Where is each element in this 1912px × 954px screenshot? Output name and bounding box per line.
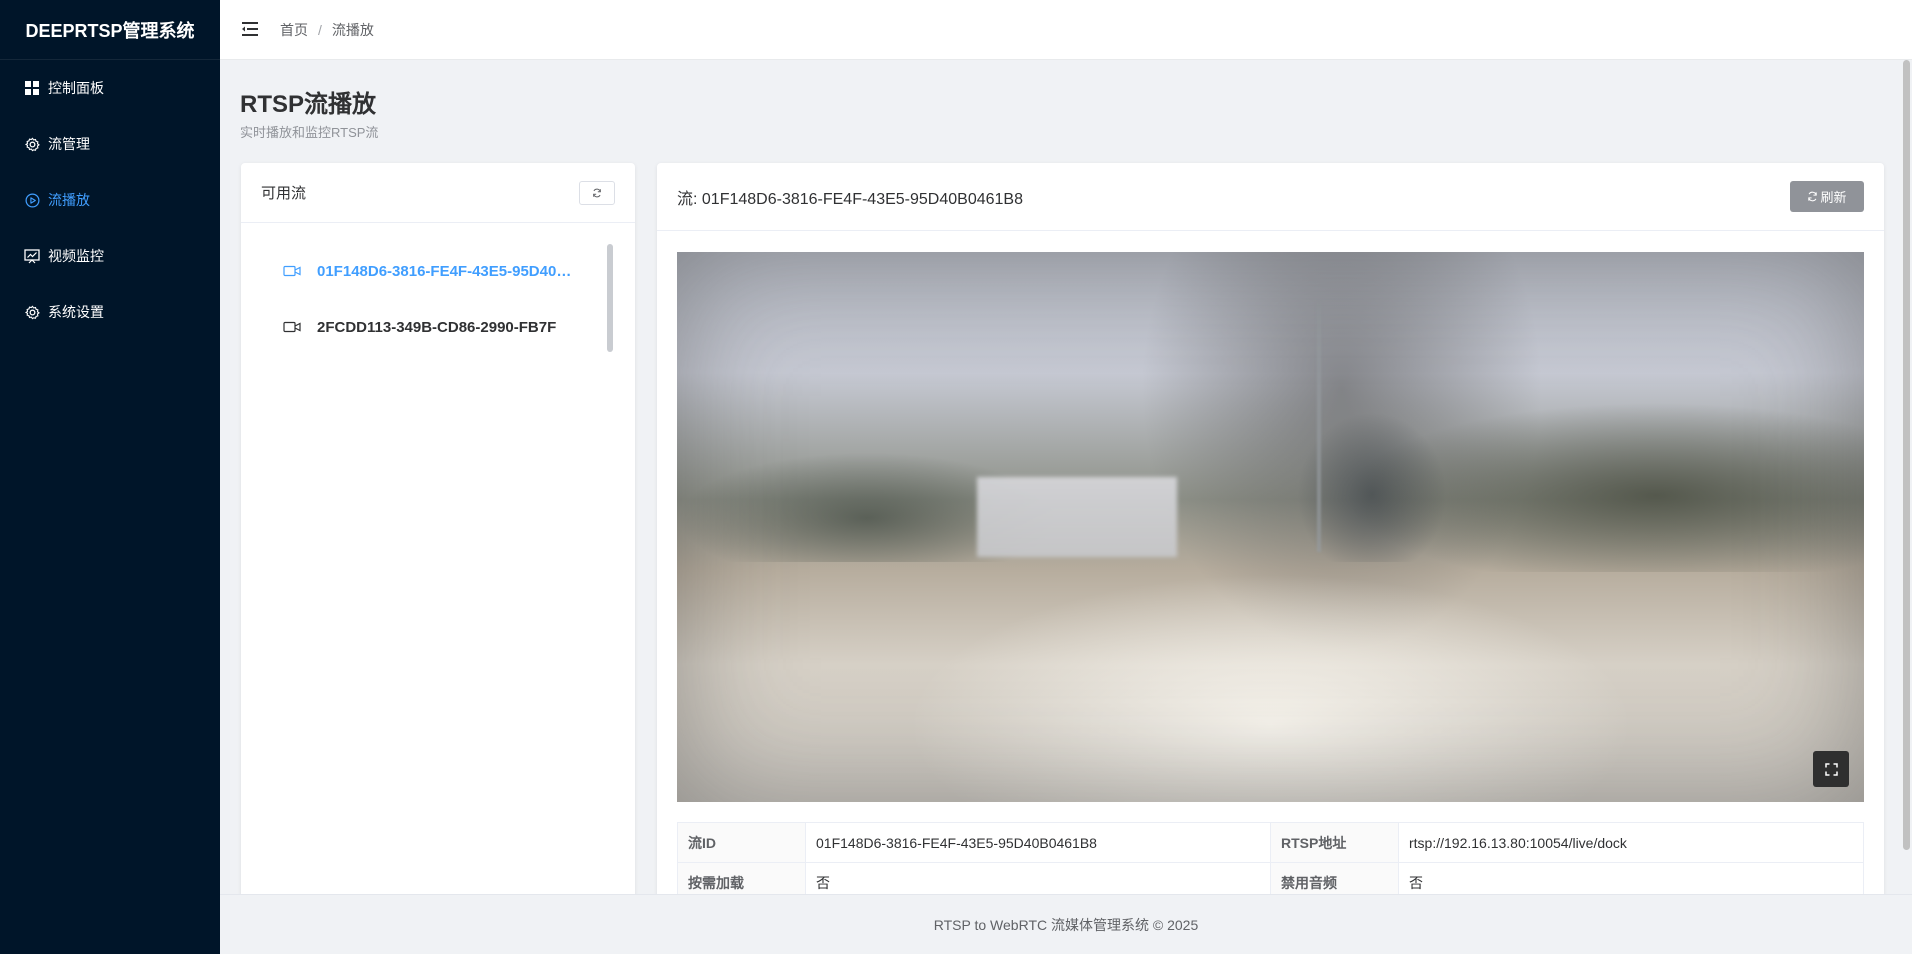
stream-list: 01F148D6-3816-FE4F-43E5-95D40B0461B8 2FC… xyxy=(241,243,635,355)
player-panel: 流: 01F148D6-3816-FE4F-43E5-95D40B0461B8 … xyxy=(657,163,1884,898)
video-player[interactable] xyxy=(677,252,1864,802)
stream-list-refresh-button[interactable] xyxy=(579,180,615,205)
stream-id-label: 2FCDD113-349B-CD86-2990-FB7F xyxy=(317,318,557,336)
refresh-button[interactable]: 刷新 xyxy=(1790,181,1864,212)
sidebar-item-label: 系统设置 xyxy=(48,304,104,320)
info-value: 01F148D6-3816-FE4F-43E5-95D40B0461B8 xyxy=(805,822,1271,863)
video-camera-icon xyxy=(283,320,301,334)
page-footer: RTSP to WebRTC 流媒体管理系统 © 2025 xyxy=(220,894,1912,954)
sidebar-item-system-settings[interactable]: 系统设置 xyxy=(0,284,220,340)
info-key: 按需加载 xyxy=(677,862,806,898)
breadcrumb-home[interactable]: 首页 xyxy=(280,20,308,40)
sidebar-item-video-monitor[interactable]: 视频监控 xyxy=(0,228,220,284)
stream-list-scrollbar[interactable] xyxy=(607,244,613,352)
info-value: 否 xyxy=(1398,862,1864,898)
sidebar-item-label: 视频监控 xyxy=(48,248,104,264)
gear-icon xyxy=(24,304,40,320)
stream-list-title: 可用流 xyxy=(261,185,307,202)
page-subtitle: 实时播放和监控RTSP流 xyxy=(240,125,379,140)
dashboard-icon xyxy=(24,80,40,96)
refresh-button-label: 刷新 xyxy=(1820,190,1847,205)
sidebar-item-stream-play[interactable]: 流播放 xyxy=(0,172,220,228)
top-header: 首页 / 流播放 xyxy=(220,0,1912,60)
info-value: rtsp://192.16.13.80:10054/live/dock xyxy=(1398,822,1864,863)
page-scrollbar[interactable] xyxy=(1903,60,1910,850)
fullscreen-icon xyxy=(1824,762,1838,776)
info-key: 禁用音频 xyxy=(1270,862,1399,898)
video-frame-vignette xyxy=(677,252,1864,802)
sidebar: DEEPRTSP管理系统 控制面板 流管理 流播放 视频监控 系统设置 xyxy=(0,0,220,954)
table-row: 按需加载 否 禁用音频 否 xyxy=(677,862,1864,898)
sidebar-item-label: 流播放 xyxy=(48,192,90,208)
stream-list-panel: 可用流 01F148D6-3816-FE4F-43E5-95D40B0461B8… xyxy=(241,163,635,898)
video-camera-icon xyxy=(283,264,301,278)
player-header: 流: 01F148D6-3816-FE4F-43E5-95D40B0461B8 … xyxy=(657,163,1884,231)
sidebar-item-dashboard[interactable]: 控制面板 xyxy=(0,60,220,116)
stream-list-item[interactable]: 2FCDD113-349B-CD86-2990-FB7F xyxy=(241,299,635,355)
breadcrumb-separator: / xyxy=(318,21,322,38)
fullscreen-button[interactable] xyxy=(1813,751,1849,787)
stream-id-label: 01F148D6-3816-FE4F-43E5-95D40B0461B8 xyxy=(317,262,579,280)
stream-list-item[interactable]: 01F148D6-3816-FE4F-43E5-95D40B0461B8 xyxy=(241,243,635,299)
breadcrumb-current: 流播放 xyxy=(331,21,374,38)
sidebar-item-label: 控制面板 xyxy=(48,80,104,96)
info-key: RTSP地址 xyxy=(1270,822,1399,863)
app-brand: DEEPRTSP管理系统 xyxy=(0,0,220,60)
player-stream-title: 流: 01F148D6-3816-FE4F-43E5-95D40B0461B8 xyxy=(677,190,1023,208)
page-title: RTSP流播放 xyxy=(240,91,377,118)
info-value: 否 xyxy=(805,862,1271,898)
menu-toggle-icon[interactable] xyxy=(242,21,260,38)
info-key: 流ID xyxy=(677,822,806,863)
refresh-icon xyxy=(1808,191,1818,202)
stream-list-header: 可用流 xyxy=(241,163,635,223)
sidebar-nav: 控制面板 流管理 流播放 视频监控 系统设置 xyxy=(0,60,220,340)
table-row: 流ID 01F148D6-3816-FE4F-43E5-95D40B0461B8… xyxy=(677,822,1864,863)
stream-info-table: 流ID 01F148D6-3816-FE4F-43E5-95D40B0461B8… xyxy=(677,822,1864,898)
monitor-chart-icon xyxy=(24,248,40,264)
play-circle-icon xyxy=(24,192,40,208)
sidebar-item-label: 流管理 xyxy=(48,136,90,152)
gear-icon xyxy=(24,136,40,152)
refresh-icon xyxy=(593,188,601,197)
sidebar-item-stream-management[interactable]: 流管理 xyxy=(0,116,220,172)
